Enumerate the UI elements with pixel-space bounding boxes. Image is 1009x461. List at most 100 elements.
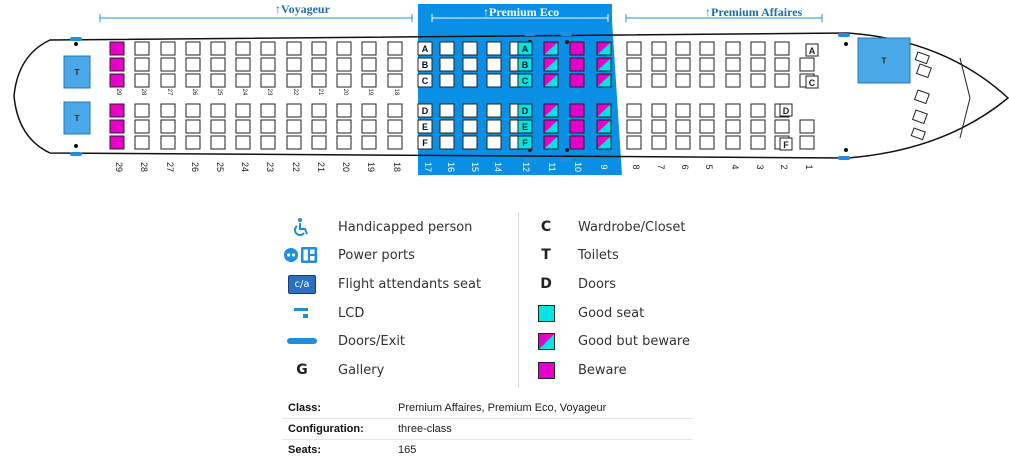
seat: [750, 103, 766, 118]
row-number-small: 29: [115, 89, 121, 96]
seat: [387, 41, 403, 56]
cabin-label-premium-affaires: ↑Premium Affaires: [705, 5, 803, 19]
legend-label: Handicapped person: [338, 219, 473, 235]
row-number: 19: [366, 162, 376, 172]
seat: [651, 103, 667, 118]
legend-item: Beware: [524, 358, 627, 382]
seat: [361, 135, 377, 150]
seat: [569, 135, 585, 150]
row-number: 21: [316, 162, 326, 172]
seat: [260, 73, 276, 88]
cockpit-window: [910, 127, 926, 141]
exit-marker: [74, 144, 78, 148]
row-number: 3: [755, 164, 765, 169]
seat: [486, 119, 502, 134]
legend-item: Good but beware: [524, 329, 690, 353]
row-number: 24: [240, 162, 250, 172]
aircraft-specs-table: Class: Premium Affaires, Premium Eco, Vo…: [282, 398, 692, 460]
seat: [750, 119, 766, 134]
legend-item: c/a Flight attendants seat: [276, 272, 481, 296]
seat: [725, 103, 741, 118]
legend-item: Power ports: [276, 243, 415, 267]
seat-letter: C: [809, 78, 816, 88]
seat: [361, 119, 377, 134]
seat: [160, 135, 176, 150]
seat: [336, 57, 352, 72]
seat: [286, 119, 302, 134]
seat: [260, 119, 276, 134]
legend-label: Power ports: [338, 247, 415, 263]
row-number-small: 19: [367, 89, 373, 96]
seat: [675, 119, 691, 134]
seat: [439, 103, 455, 118]
door-exit-icon: [70, 37, 82, 41]
seat: [750, 73, 766, 88]
seat-letter: D: [422, 106, 429, 116]
seat: [651, 73, 667, 88]
wardrobe-icon: C: [540, 219, 552, 235]
seat: [134, 135, 150, 150]
seat: [235, 41, 251, 56]
seat: [462, 41, 478, 56]
seat: [774, 73, 790, 88]
door-exit-icon: [560, 158, 572, 162]
seat: [439, 41, 455, 56]
door-exit-icon: [838, 33, 850, 37]
legend-label: Toilets: [578, 247, 619, 263]
cockpit-divider: [959, 97, 971, 139]
seat: [160, 119, 176, 134]
seat: [675, 41, 691, 56]
legend-label: Flight attendants seat: [338, 276, 482, 292]
seat: [160, 103, 176, 118]
seat: [185, 103, 201, 118]
legend-divider: [518, 212, 519, 388]
legend-label: Doors/Exit: [338, 333, 406, 349]
legend-label: Wardrobe/Closet: [578, 219, 686, 235]
seat: [311, 119, 327, 134]
seat: [699, 41, 715, 56]
seat: [569, 73, 585, 88]
seat: [725, 73, 741, 88]
door-exit-icon: [524, 32, 536, 36]
seat: [160, 41, 176, 56]
seat: [134, 103, 150, 118]
seat: [675, 103, 691, 118]
toilet-icon: T: [75, 114, 80, 123]
legend-item: Good seat: [524, 301, 644, 325]
seat: [235, 57, 251, 72]
cockpit-divider: [959, 57, 971, 99]
seat: [569, 41, 585, 56]
seat: [569, 103, 585, 118]
seat: [336, 135, 352, 150]
row-number-small: 27: [166, 89, 172, 96]
row-number-small: 18: [393, 89, 399, 96]
row-number-small: 28: [140, 89, 146, 96]
seat: [210, 57, 226, 72]
seat: [462, 103, 478, 118]
seat: [260, 57, 276, 72]
seat: [699, 73, 715, 88]
row-number: 9: [599, 164, 609, 169]
seat: [286, 73, 302, 88]
seat: [361, 73, 377, 88]
seat: [235, 103, 251, 118]
seat: [462, 57, 478, 72]
row-number: 10: [573, 162, 583, 172]
seat: [387, 119, 403, 134]
row-number: 28: [139, 162, 149, 172]
seat: [361, 57, 377, 72]
seat: [286, 135, 302, 150]
legend-label: Gallery: [338, 362, 385, 378]
legend-item: LCD: [276, 301, 364, 325]
door-exit-icon: [838, 156, 850, 160]
door-exit-icon: [276, 329, 328, 353]
seat: [675, 57, 691, 72]
legend-item: D Doors: [524, 272, 616, 296]
beware-split-swatch: [537, 332, 555, 350]
good-seat-swatch: [537, 304, 555, 322]
seat: [361, 103, 377, 118]
seat: [651, 41, 667, 56]
row-number-small: 26: [191, 89, 197, 96]
seat: [725, 119, 741, 134]
row-number: 2: [779, 164, 789, 169]
